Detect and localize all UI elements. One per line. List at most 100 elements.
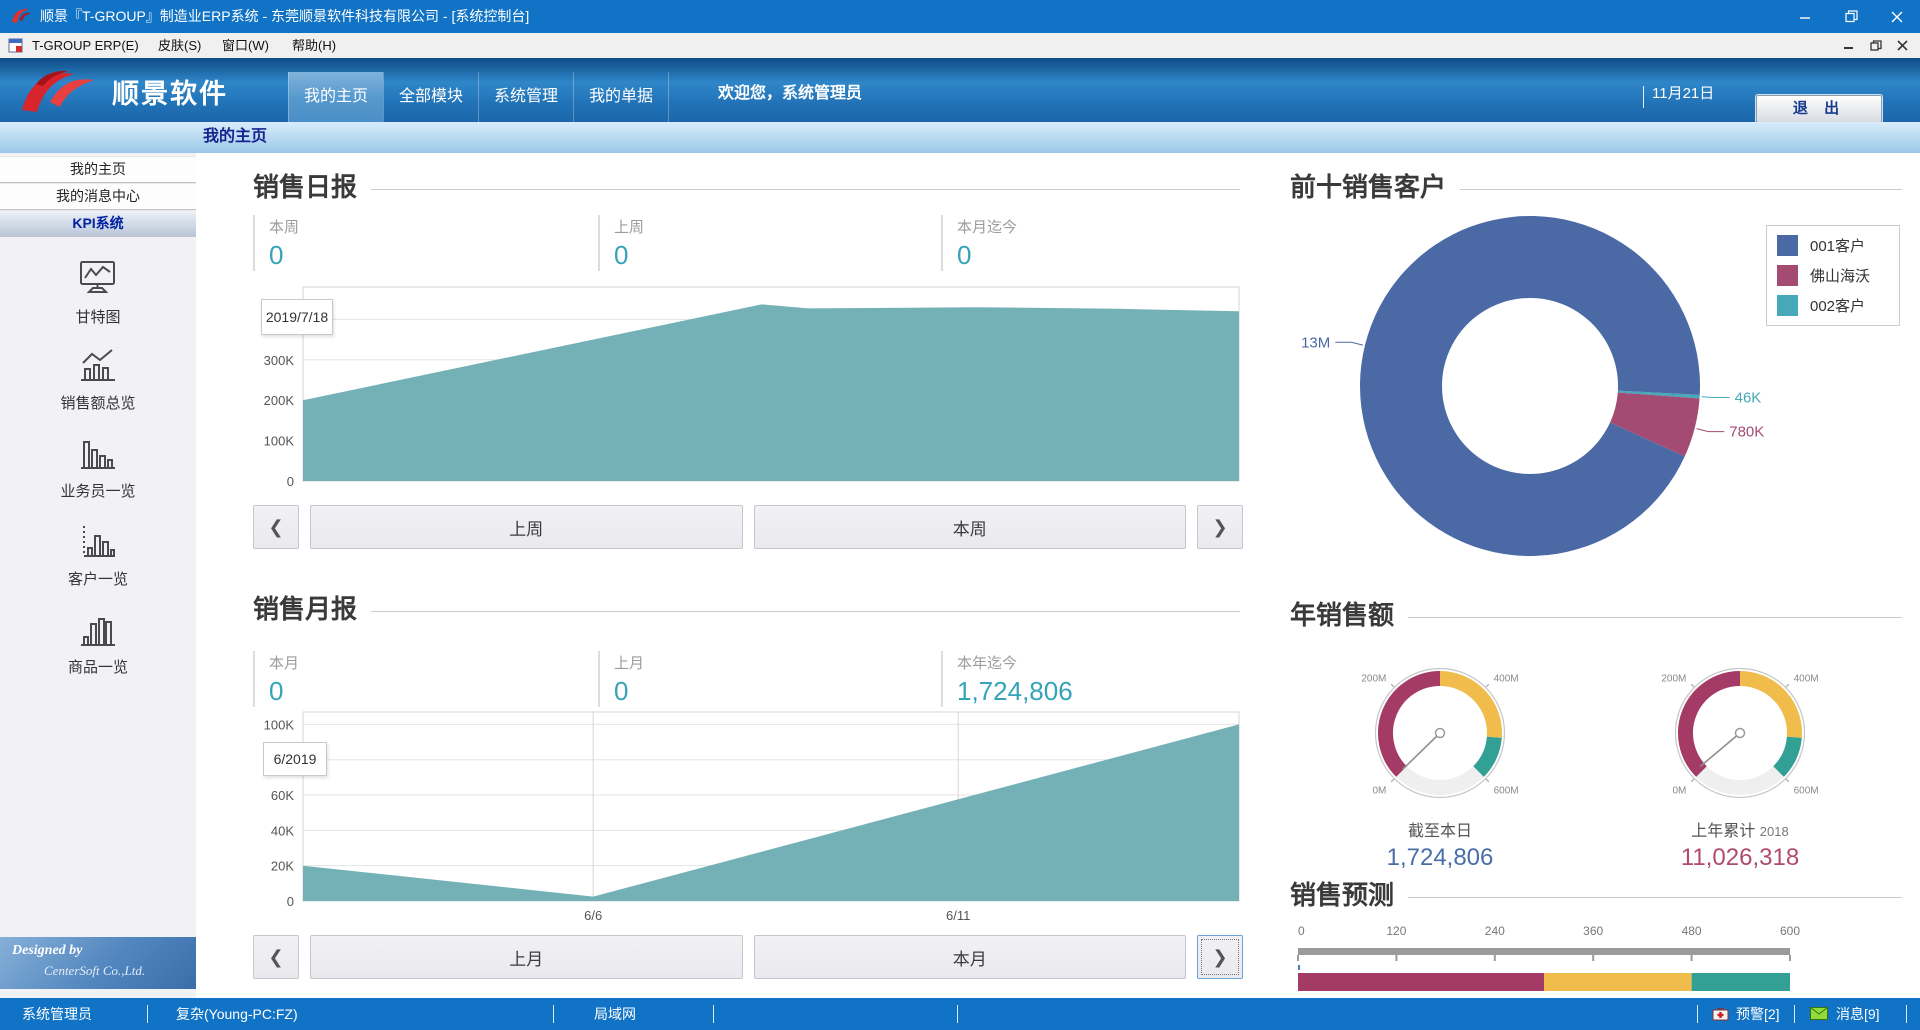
shortcut-label: 甘特图 [75, 306, 120, 327]
daily-pager: ❮ 上周 本周 ❯ [253, 505, 1243, 549]
child-restore-button[interactable] [1864, 35, 1888, 56]
designed-by-text: Designed by [0, 937, 196, 959]
svg-text:360: 360 [1583, 924, 1603, 938]
alert-firstaid-icon [1712, 1007, 1729, 1021]
sidebar-shortcut-product-overview[interactable]: 商品一览 [0, 609, 196, 677]
monthly-this-month-button[interactable]: 本月 [754, 935, 1187, 979]
stat-this-month: 本月 0 [253, 651, 598, 707]
child-minimize-button[interactable] [1836, 35, 1860, 56]
mdi-child-icon [8, 38, 23, 53]
child-close-button[interactable] [1890, 35, 1914, 56]
stat-label: 本周 [269, 216, 598, 237]
window-restore-button[interactable] [1828, 0, 1874, 33]
menu-tgroup-erp[interactable]: T-GROUP ERP(E) [26, 33, 145, 58]
tab-all-modules[interactable]: 全部模块 [383, 72, 478, 122]
menu-window[interactable]: 窗口(W) [216, 33, 275, 58]
menu-help[interactable]: 帮助(H) [286, 33, 342, 58]
chart-tooltip: 2019/7/18 [261, 299, 333, 335]
close-icon [1897, 40, 1908, 51]
shunjing-logo-icon [16, 66, 104, 114]
workspace-tab-my-home[interactable]: 我的主页 [160, 122, 310, 152]
monthly-prev-button[interactable]: ❮ [253, 935, 299, 979]
sidebar-item-kpi-system[interactable]: KPI系统 [0, 210, 196, 237]
gauge-label: 截至本日 [1408, 823, 1472, 840]
daily-sales-area-chart: 0100K200K300K400K 2019/7/18 [253, 281, 1243, 493]
daily-this-week-button[interactable]: 本周 [754, 505, 1187, 549]
legend-label: 佛山海沃 [1810, 265, 1870, 286]
section-title: 前十销售客户 [1290, 167, 1446, 204]
sidebar-item-message-center[interactable]: 我的消息中心 [0, 183, 196, 210]
tab-system-management[interactable]: 系统管理 [478, 72, 573, 122]
sales-forecast-section-header: 销售预测 [1290, 875, 1902, 912]
gauge-chart: 0M200M400M600M [1355, 661, 1525, 813]
exit-button[interactable]: 退 出 [1756, 95, 1882, 123]
svg-text:400M: 400M [1794, 673, 1819, 684]
shortcut-label: 销售额总览 [60, 392, 135, 413]
window-close-button[interactable] [1874, 0, 1920, 33]
stat-label: 本年迄今 [957, 652, 1240, 673]
legend-item[interactable]: 佛山海沃 [1777, 265, 1889, 286]
tab-my-home[interactable]: 我的主页 [288, 72, 383, 122]
sidebar-shortcut-gantt[interactable]: 甘特图 [0, 259, 196, 327]
svg-text:400M: 400M [1494, 673, 1519, 684]
svg-text:480: 480 [1682, 924, 1702, 938]
svg-text:200K: 200K [264, 393, 295, 408]
sales-overview-icon [75, 345, 121, 385]
sidebar-shortcut-sales-overview[interactable]: 销售额总览 [0, 345, 196, 413]
sidebar-shortcut-customer-overview[interactable]: 客户一览 [0, 521, 196, 589]
daily-last-week-button[interactable]: 上周 [310, 505, 743, 549]
logo-text: 顺景软件 [112, 72, 228, 111]
svg-text:200M: 200M [1361, 673, 1386, 684]
monthly-stats-row: 本月 0 上月 0 本年迄今 1,724,806 [253, 651, 1240, 707]
section-title: 年销售额 [1290, 595, 1394, 632]
legend-item[interactable]: 002客户 [1777, 295, 1889, 316]
sidebar-item-my-home[interactable]: 我的主页 [0, 156, 196, 183]
stat-value: 1,724,806 [957, 676, 1240, 707]
designed-by-banner: Designed by CenterSoft Co.,Ltd. [0, 937, 196, 989]
legend-item[interactable]: 001客户 [1777, 235, 1889, 256]
sidebar-shortcut-salesman-overview[interactable]: 业务员一览 [0, 433, 196, 501]
svg-text:100K: 100K [264, 717, 295, 732]
menu-skin[interactable]: 皮肤(S) [152, 33, 207, 58]
gauge-label: 上年累计 [1691, 823, 1755, 840]
stat-value: 0 [614, 240, 941, 271]
svg-text:0: 0 [287, 894, 294, 909]
svg-text:6/6: 6/6 [584, 908, 602, 923]
legend-swatch [1777, 295, 1798, 316]
status-alerts[interactable]: 预警[2] [1736, 998, 1780, 1030]
shortcut-label: 业务员一览 [60, 480, 135, 501]
window-title: 顺景『T-GROUP』制造业ERP系统 - 东莞顺景软件科技有限公司 - [系统… [40, 0, 529, 33]
daily-prev-button[interactable]: ❮ [253, 505, 299, 549]
menu-bar: T-GROUP ERP(E) 皮肤(S) 窗口(W) 帮助(H) [0, 33, 1920, 59]
svg-text:600: 600 [1780, 924, 1800, 938]
svg-text:780K: 780K [1729, 424, 1764, 441]
legend-swatch [1777, 265, 1798, 286]
tab-my-documents[interactable]: 我的单据 [573, 72, 669, 122]
window-minimize-button[interactable] [1782, 0, 1828, 33]
svg-text:6/11: 6/11 [946, 908, 970, 923]
header-separator [1643, 86, 1644, 108]
svg-text:120: 120 [1386, 924, 1406, 938]
svg-text:0: 0 [1298, 924, 1305, 938]
donut-legend: 001客户 佛山海沃 002客户 [1766, 225, 1900, 326]
stat-label: 本月迄今 [957, 216, 1240, 237]
stat-last-month: 上月 0 [598, 651, 941, 707]
monthly-next-button[interactable]: ❯ [1197, 935, 1243, 979]
stat-this-week: 本周 0 [253, 215, 598, 271]
status-network: 局域网 [594, 998, 636, 1030]
status-messages[interactable]: 消息[9] [1836, 998, 1880, 1030]
restore-icon [1845, 10, 1858, 23]
current-date: 11月21日 [1652, 58, 1714, 122]
designer-name: CenterSoft Co.,Ltd. [0, 959, 196, 979]
workspace-tab-strip: 我的主页 [0, 122, 1920, 154]
status-bar: 系统管理员 复杂(Young-PC:FZ) 局域网 预警[2] 消息[9] [0, 998, 1920, 1030]
monthly-last-month-button[interactable]: 上月 [310, 935, 743, 979]
svg-text:600M: 600M [1494, 786, 1519, 797]
section-title: 销售日报 [253, 167, 357, 204]
daily-next-button[interactable]: ❯ [1197, 505, 1243, 549]
section-title: 销售预测 [1290, 875, 1394, 912]
stat-last-week: 上周 0 [598, 215, 941, 271]
gauge-today-total: 0M200M400M600M 截至本日 1,724,806 [1290, 635, 1590, 872]
window-titlebar: 顺景『T-GROUP』制造业ERP系统 - 东莞顺景软件科技有限公司 - [系统… [0, 0, 1920, 33]
app-header: 顺景软件 我的主页 全部模块 系统管理 我的单据 欢迎您，系统管理员 11月21… [0, 58, 1920, 122]
